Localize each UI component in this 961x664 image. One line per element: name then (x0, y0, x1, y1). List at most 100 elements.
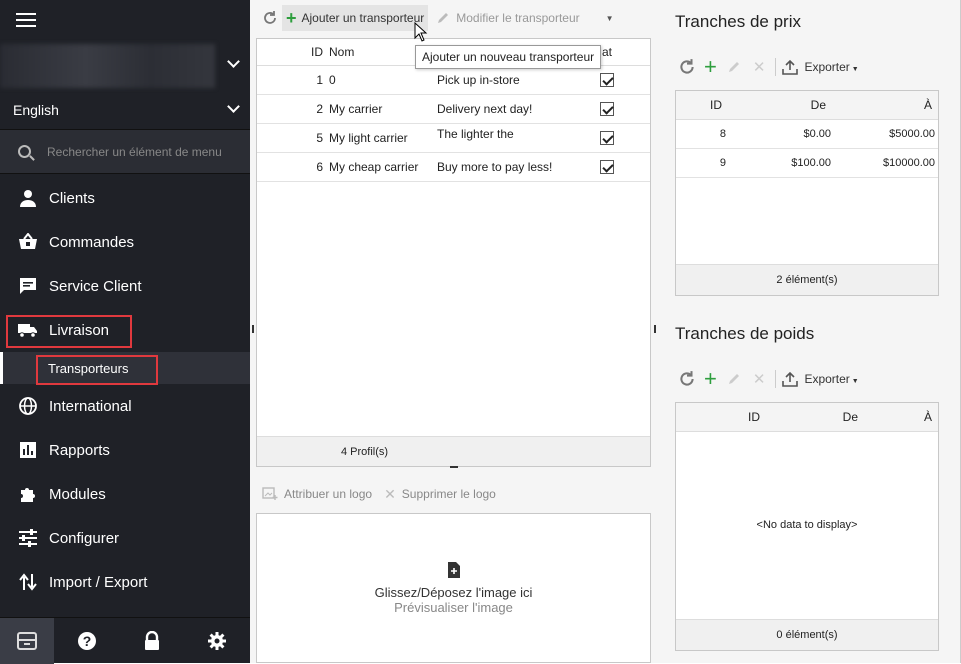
mouse-cursor-icon (414, 22, 428, 42)
shop-selector[interactable] (0, 40, 250, 90)
cell-delai: Buy more to pay less! (437, 160, 553, 174)
cell-nom: My carrier (329, 102, 383, 116)
column-header-id[interactable]: ID (676, 410, 760, 424)
help-button[interactable]: ? (54, 631, 119, 651)
edit-carrier-button[interactable]: Modifier le transporteur (432, 5, 583, 31)
sidebar-top (0, 0, 250, 40)
horizontal-splitter-handle[interactable] (450, 466, 458, 468)
carriers-grid-footer: 4 Profil(s) (257, 436, 650, 466)
delete-icon[interactable]: ✕ (753, 370, 766, 388)
column-header-a[interactable]: À (826, 98, 932, 112)
sidebar-item-label: Rapports (49, 441, 110, 459)
dropzone-subtitle: Prévisualiser l'image (394, 600, 513, 615)
cell-a: $10000.00 (883, 157, 935, 169)
weight-ranges-grid: ID De À <No data to display> 0 élément(s… (675, 402, 939, 651)
cell-id: 6 (316, 160, 323, 174)
user-icon (18, 188, 38, 208)
logo-toolbar: Attribuer un logo ✕ Supprimer le logo (262, 484, 496, 504)
pencil-icon (438, 13, 449, 23)
menu-search[interactable]: Rechercher un élément de menu (0, 130, 250, 174)
refresh-button[interactable] (258, 5, 282, 31)
add-icon[interactable]: + (704, 56, 717, 78)
sidebar-item-configurer[interactable]: Configurer (0, 516, 250, 560)
table-row[interactable]: 5 My light carrier The lighter the (257, 124, 650, 153)
sidebar-item-label: Configurer (49, 529, 120, 547)
edit-carrier-label: Modifier le transporteur (456, 11, 580, 25)
refresh-icon (264, 11, 276, 24)
chevron-down-icon (227, 100, 240, 113)
basket-icon (18, 232, 38, 252)
sidebar-item-label: Service Client (49, 277, 142, 295)
main-content: + Ajouter un transporteur Modifier le tr… (250, 0, 961, 663)
delete-icon[interactable]: ✕ (753, 58, 766, 76)
lock-icon (144, 630, 159, 650)
upload-icon (782, 371, 799, 387)
highlight-transporteurs (36, 355, 158, 385)
help-icon: ? (77, 631, 96, 650)
upload-icon (782, 59, 799, 75)
active-checkbox[interactable] (600, 73, 614, 87)
table-row[interactable]: 8 $0.00 $5000.00 (676, 120, 938, 149)
language-selector[interactable]: English (0, 90, 250, 130)
sidebar-item-import-export[interactable]: Import / Export (0, 560, 250, 604)
sidebar-item-service-client[interactable]: Service Client (0, 264, 250, 308)
sidebar-item-rapports[interactable]: Rapports (0, 428, 250, 472)
cell-id: 9 (719, 157, 726, 169)
column-header-de[interactable]: De (722, 98, 826, 112)
weight-ranges-toolbar: + ✕ Exporter ▼ (678, 366, 859, 392)
table-row[interactable]: 6 My cheap carrier Buy more to pay less! (257, 153, 650, 182)
settings-button[interactable] (185, 631, 250, 651)
language-label: English (13, 101, 59, 118)
weight-ranges-count: 0 élément(s) (776, 629, 838, 641)
column-header-id[interactable]: ID (257, 45, 329, 59)
sidebar-item-international[interactable]: International (0, 384, 250, 428)
close-icon: ✕ (384, 485, 396, 502)
chevron-down-icon (227, 55, 240, 68)
add-carrier-button[interactable]: + Ajouter un transporteur (282, 5, 429, 31)
toolbar-dropdown-arrow[interactable]: ▼ (602, 5, 618, 31)
active-checkbox[interactable] (600, 102, 614, 116)
export-button[interactable]: Exporter ▼ (804, 372, 858, 386)
column-header-de[interactable]: De (760, 410, 858, 424)
refresh-icon[interactable] (678, 370, 696, 388)
active-checkbox[interactable] (600, 160, 614, 174)
lock-button[interactable] (119, 630, 184, 651)
hamburger-menu-icon[interactable] (16, 13, 36, 27)
cell-nom: 0 (329, 73, 336, 87)
export-button[interactable]: Exporter ▼ (804, 60, 858, 74)
logo-dropzone[interactable]: Glissez/Déposez l'image ici Prévisualise… (256, 513, 651, 663)
sidebar-item-label: Import / Export (49, 573, 148, 591)
bar-chart-icon (18, 440, 38, 460)
column-header-id[interactable]: ID (676, 98, 722, 112)
export-label: Exporter (804, 372, 850, 386)
cell-delai: Pick up in-store (437, 73, 520, 87)
cell-id: 8 (719, 128, 726, 140)
table-row[interactable]: 2 My carrier Delivery next day! (257, 95, 650, 124)
sidebar-item-modules[interactable]: Modules (0, 472, 250, 516)
blurred-shop-name (0, 44, 215, 88)
toolbar-separator (775, 58, 777, 76)
caret-down-icon: ▼ (605, 13, 614, 23)
middle-splitter-handle[interactable] (654, 325, 656, 333)
sidebar-item-commandes[interactable]: Commandes (0, 220, 250, 264)
delete-logo-button[interactable]: Supprimer le logo (402, 487, 496, 501)
caret-down-icon: ▼ (851, 378, 859, 385)
import-export-icon (18, 572, 38, 592)
table-row[interactable]: 9 $100.00 $10000.00 (676, 149, 938, 178)
assign-logo-button[interactable]: Attribuer un logo (284, 487, 372, 501)
store-button[interactable] (0, 617, 54, 664)
cell-delai: Delivery next day! (437, 102, 533, 116)
refresh-icon[interactable] (678, 58, 696, 76)
store-icon (17, 631, 37, 650)
active-checkbox[interactable] (600, 131, 614, 145)
add-icon[interactable]: + (704, 368, 717, 390)
left-splitter-handle[interactable] (252, 325, 254, 333)
column-header-a[interactable]: À (858, 410, 932, 424)
table-row[interactable]: 1 0 Pick up in-store (257, 66, 650, 95)
pencil-icon[interactable] (727, 60, 741, 74)
price-ranges-count: 2 élément(s) (776, 274, 838, 286)
cell-id: 5 (316, 131, 323, 145)
pencil-icon[interactable] (727, 372, 741, 386)
sidebar-item-clients[interactable]: Clients (0, 176, 250, 220)
cell-a: $5000.00 (889, 128, 935, 140)
